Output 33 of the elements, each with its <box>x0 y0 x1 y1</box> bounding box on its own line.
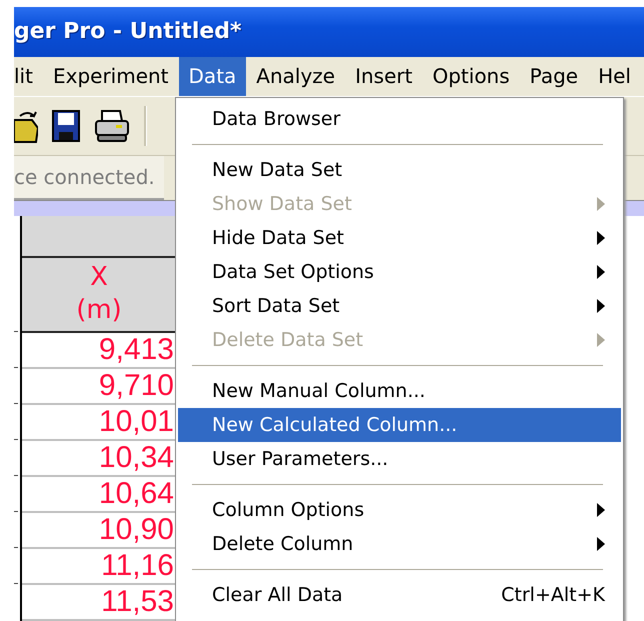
menu-item[interactable]: Delete Column <box>178 527 621 561</box>
submenu-arrow-icon <box>597 537 605 551</box>
status-text: ce connected. <box>14 156 164 200</box>
submenu-arrow-icon <box>597 197 605 211</box>
menu-item[interactable]: Clear All Data Ctrl+Alt+K <box>178 578 621 612</box>
menu-item[interactable]: New Manual Column... <box>178 374 621 408</box>
menu-item[interactable]: Column Options <box>178 493 621 527</box>
window-title: ger Pro - Untitled* <box>14 19 242 44</box>
menu-item[interactable]: Sort Data Set <box>178 289 621 323</box>
menu-bar-item[interactable]: Insert <box>345 56 422 96</box>
column-name: X <box>90 260 108 294</box>
menu-bar-item[interactable]: Page <box>520 56 588 96</box>
menu-item[interactable]: New Data Set <box>178 153 621 187</box>
menu-bar-item[interactable]: Options <box>422 56 520 96</box>
column-unit: (m) <box>76 294 122 328</box>
menu-bar-item[interactable]: lit <box>14 56 43 96</box>
save-icon[interactable] <box>52 110 80 142</box>
submenu-arrow-icon <box>597 299 605 313</box>
menu-item[interactable]: Data Browser <box>178 102 621 136</box>
menu-item[interactable]: User Parameters... <box>178 442 621 476</box>
submenu-arrow-icon <box>597 231 605 245</box>
menu-item[interactable]: Data Set Options <box>178 255 621 289</box>
menu-bar-item[interactable]: Hel <box>588 56 641 96</box>
menu-bar-item[interactable]: Experiment <box>42 56 179 96</box>
shortcut-text: Ctrl+Alt+K <box>501 584 605 606</box>
menu-bar-item[interactable]: Data <box>178 56 246 96</box>
submenu-arrow-icon <box>597 503 605 517</box>
submenu-arrow-icon <box>597 333 605 347</box>
menu-item[interactable]: Hide Data Set <box>178 221 621 255</box>
menu-bar-item[interactable]: Analyze <box>246 56 346 96</box>
printer-icon[interactable] <box>94 108 130 143</box>
menu-item[interactable]: New Calculated Column... <box>178 408 621 442</box>
submenu-arrow-icon <box>597 265 605 279</box>
